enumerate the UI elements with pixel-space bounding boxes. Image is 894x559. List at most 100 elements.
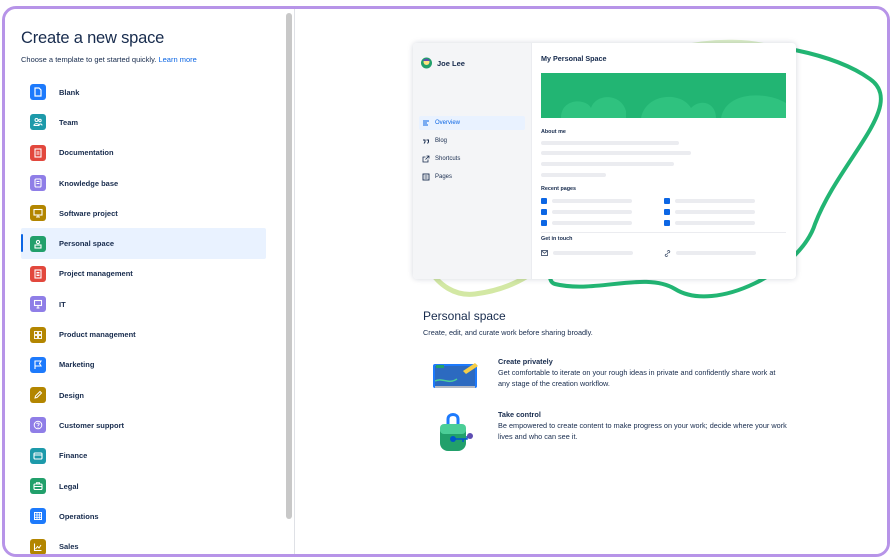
blog-mini-icon xyxy=(664,209,670,215)
template-preview: Joe Lee Overview Blog Shortcuts Pages My Pe… xyxy=(295,9,887,554)
placeholder-line xyxy=(541,162,674,166)
template-item-label: IT xyxy=(59,299,66,309)
template-item-label: Documentation xyxy=(59,148,114,158)
template-item-label: Finance xyxy=(59,451,88,461)
clipboard-icon xyxy=(30,265,46,282)
template-item-product-management[interactable]: Product management xyxy=(21,319,266,349)
template-item-documentation[interactable]: Documentation xyxy=(21,138,266,168)
placeholder-line xyxy=(553,251,633,255)
chart-icon xyxy=(30,538,46,554)
question-icon xyxy=(30,417,46,434)
divider-line xyxy=(541,232,786,233)
template-item-blank[interactable]: Blank xyxy=(21,77,266,107)
feature-create-privately: Create privately Get comfortable to iter… xyxy=(423,357,783,401)
template-item-it[interactable]: IT xyxy=(21,289,266,319)
person-icon xyxy=(30,235,46,252)
feature-take-control: Take control Be empowered to create cont… xyxy=(423,410,787,454)
page-mini-icon xyxy=(541,198,547,204)
create-space-dialog: Create a new space Choose a template to … xyxy=(2,6,890,557)
template-item-project-management[interactable]: Project management xyxy=(21,259,266,289)
avatar xyxy=(421,57,432,69)
template-item-design[interactable]: Design xyxy=(21,380,266,410)
quote-icon xyxy=(422,137,430,145)
placeholder-line xyxy=(541,173,606,177)
template-item-knowledge-base[interactable]: Knowledge base xyxy=(21,168,266,198)
placeholder-line xyxy=(676,251,756,255)
preview-user: Joe Lee xyxy=(421,57,465,69)
template-item-finance[interactable]: Finance xyxy=(21,441,266,471)
placeholder-line xyxy=(675,210,755,214)
blog-mini-icon xyxy=(664,220,670,226)
page-mini-icon xyxy=(541,209,547,215)
placeholder-line xyxy=(552,210,632,214)
template-item-sales[interactable]: Sales xyxy=(21,531,266,554)
template-item-label: Knowledge base xyxy=(59,178,119,188)
recent-pages-label: Recent pages xyxy=(541,186,577,192)
preview-user-name: Joe Lee xyxy=(437,58,465,68)
pencil-icon xyxy=(30,387,46,404)
template-item-team[interactable]: Team xyxy=(21,107,266,137)
preview-nav-shortcuts: Shortcuts xyxy=(419,152,525,166)
preview-banner xyxy=(541,73,786,118)
template-list: Blank Team Documentation Knowledge base Soft… xyxy=(21,77,266,554)
laptop-icon xyxy=(30,296,46,313)
template-item-label: Team xyxy=(59,117,79,127)
about-me-label: About me xyxy=(541,129,566,135)
preview-nav-label: Pages xyxy=(435,174,453,180)
pages-icon xyxy=(422,173,430,181)
template-item-label: Customer support xyxy=(59,420,125,430)
template-item-label: Legal xyxy=(59,481,79,491)
book-icon xyxy=(30,175,46,192)
template-sidebar: Create a new space Choose a template to … xyxy=(5,9,285,554)
template-item-label: Operations xyxy=(59,511,99,521)
placeholder-line xyxy=(552,221,632,225)
template-item-marketing[interactable]: Marketing xyxy=(21,350,266,380)
preview-nav-label: Overview xyxy=(435,120,461,126)
placeholder-line xyxy=(675,199,755,203)
subtitle: Choose a template to get started quickly… xyxy=(21,55,197,64)
people-icon xyxy=(30,114,46,131)
learn-more-link[interactable]: Learn more xyxy=(158,55,196,64)
card-icon xyxy=(30,447,46,464)
calculator-icon xyxy=(30,508,46,525)
template-item-label: Sales xyxy=(59,542,79,552)
page-mini-icon xyxy=(541,220,547,226)
padlock-illustration xyxy=(440,413,473,451)
feature-title: Create privately xyxy=(498,357,553,366)
template-item-customer-support[interactable]: Customer support xyxy=(21,410,266,440)
template-item-legal[interactable]: Legal xyxy=(21,471,266,501)
template-item-operations[interactable]: Operations xyxy=(21,501,266,531)
flag-icon xyxy=(30,356,46,373)
blog-mini-icon xyxy=(664,198,670,204)
template-item-software-project[interactable]: Software project xyxy=(21,198,266,228)
template-item-label: Blank xyxy=(59,87,80,97)
document-icon xyxy=(30,144,46,161)
page-title: Create a new space xyxy=(21,29,165,47)
feature-title: Take control xyxy=(498,410,541,419)
template-item-label: Design xyxy=(59,390,85,400)
briefcase-icon xyxy=(30,478,46,494)
template-item-personal-space[interactable]: Personal space xyxy=(21,228,266,259)
page-icon xyxy=(30,84,46,101)
sidebar-scrollbar[interactable] xyxy=(286,13,292,519)
template-item-label: Marketing xyxy=(59,360,95,370)
link-icon xyxy=(664,250,671,257)
personal-space-preview-card: Joe Lee Overview Blog Shortcuts Pages My Pe… xyxy=(413,43,796,279)
subtitle-text: Choose a template to get started quickly… xyxy=(21,55,157,64)
monitor-icon xyxy=(30,205,46,222)
template-item-label: Project management xyxy=(59,269,133,279)
feature-description: Be empowered to create content to make p… xyxy=(498,421,787,441)
preview-nav-pages: Pages xyxy=(419,170,525,184)
placeholder-line xyxy=(552,199,632,203)
placeholder-line xyxy=(675,221,755,225)
create-privately-illustration xyxy=(433,363,478,388)
template-item-label: Product management xyxy=(59,330,136,340)
external-link-icon xyxy=(422,155,430,163)
preview-nav-label: Shortcuts xyxy=(435,156,461,162)
placeholder-line xyxy=(541,151,691,155)
preview-sidebar: Joe Lee Overview Blog Shortcuts Pages xyxy=(413,43,532,279)
preview-description: Create, edit, and curate work before sha… xyxy=(423,328,593,337)
template-item-label: Personal space xyxy=(59,239,115,249)
preview-space-title: My Personal Space xyxy=(541,54,607,63)
grid-icon xyxy=(30,326,46,343)
